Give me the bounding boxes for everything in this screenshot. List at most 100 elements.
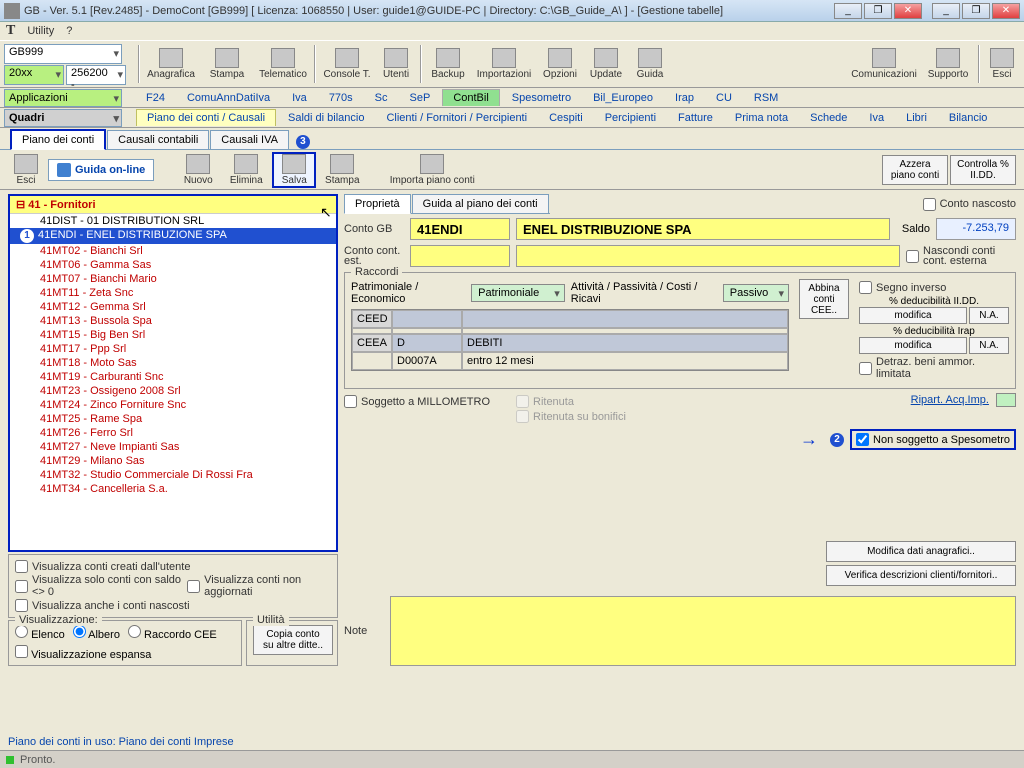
ditta-combo[interactable]: GB999 bbox=[4, 44, 122, 64]
abbina-cee-button[interactable]: Abbina conti CEE.. bbox=[799, 279, 849, 319]
tree-item[interactable]: 41MT06 - Gamma Sas bbox=[10, 258, 336, 272]
backup-button[interactable]: Backup bbox=[426, 43, 470, 85]
chk-sogg-mill[interactable]: Soggetto a MILLOMETRO bbox=[344, 395, 490, 408]
tab-sc[interactable]: Sc bbox=[365, 90, 398, 106]
tab-libri[interactable]: Libri bbox=[896, 110, 937, 126]
tab-irap[interactable]: Irap bbox=[665, 90, 704, 106]
tree-item[interactable]: 41MT15 - Big Ben Srl bbox=[10, 328, 336, 342]
radio-elenco[interactable]: Elenco bbox=[15, 625, 65, 641]
modifica-iidd-button[interactable]: modifica bbox=[859, 307, 967, 324]
tree-item[interactable]: 41MT12 - Gemma Srl bbox=[10, 300, 336, 314]
stampa-button[interactable]: Stampa bbox=[200, 43, 254, 85]
tree-item[interactable]: 41MT29 - Milano Sas bbox=[10, 454, 336, 468]
importazioni-button[interactable]: Importazioni bbox=[472, 43, 536, 85]
controlla-button[interactable]: Controlla % II.DD. bbox=[950, 155, 1016, 185]
tab-contbil[interactable]: ContBil bbox=[442, 89, 499, 106]
grid-ceea-desc[interactable]: DEBITI bbox=[462, 334, 788, 352]
stampa2-button[interactable]: Stampa bbox=[320, 152, 364, 188]
grid-ceea-code[interactable]: D bbox=[392, 334, 462, 352]
tab-bilancio[interactable]: Bilancio bbox=[939, 110, 998, 126]
code-combo[interactable]: 256200 - bbox=[66, 65, 126, 85]
field-desc[interactable]: ENEL DISTRIBUZIONE SPA bbox=[516, 218, 890, 240]
tab-fatture[interactable]: Fatture bbox=[668, 110, 723, 126]
azzera-button[interactable]: Azzera piano conti bbox=[882, 155, 948, 185]
subtab-causali-iva[interactable]: Causali IVA bbox=[210, 130, 289, 149]
tab-cu[interactable]: CU bbox=[706, 90, 742, 106]
anagrafica-button[interactable]: Anagrafica bbox=[144, 43, 198, 85]
dropdown-pat-eco[interactable]: Patrimoniale bbox=[471, 284, 565, 302]
tree-item[interactable]: 41MT02 - Bianchi Srl bbox=[10, 244, 336, 258]
subtab-causali-contabili[interactable]: Causali contabili bbox=[107, 130, 209, 149]
anno-combo[interactable]: 20xx bbox=[4, 65, 64, 85]
chk-conto-nascosto[interactable]: Conto nascosto bbox=[923, 198, 1016, 211]
esci-button[interactable]: Esci bbox=[8, 152, 44, 188]
tab-f24[interactable]: F24 bbox=[136, 90, 175, 106]
filter-nascosti[interactable]: Visualizza anche i conti nascosti bbox=[15, 599, 190, 612]
filter-nonagg[interactable]: Visualizza conti non aggiornati bbox=[187, 574, 331, 598]
telematico-button[interactable]: Telematico bbox=[256, 43, 310, 85]
chk-espansa[interactable]: Visualizzazione espansa bbox=[15, 649, 151, 661]
na-irap-button[interactable]: N.A. bbox=[969, 337, 1009, 354]
filter-saldo[interactable]: Visualizza solo conti con saldo <> 0 bbox=[15, 574, 181, 598]
field-conto-est-code[interactable] bbox=[410, 245, 510, 267]
tree-item[interactable]: 41MT34 - Cancelleria S.a. bbox=[10, 482, 336, 496]
elimina-button[interactable]: Elimina bbox=[224, 152, 268, 188]
tree-item-selected[interactable]: 141ENDI - ENEL DISTRIBUZIONE SPA bbox=[10, 228, 336, 244]
tree-item[interactable]: 41MT27 - Neve Impianti Sas bbox=[10, 440, 336, 454]
tree-item[interactable]: 41MT23 - Ossigeno 2008 Srl bbox=[10, 384, 336, 398]
grid-ceea-desc2[interactable]: entro 12 mesi bbox=[462, 352, 788, 370]
guida-button[interactable]: Guida bbox=[630, 43, 670, 85]
tree-item[interactable]: 41MT07 - Bianchi Mario bbox=[10, 272, 336, 286]
tree-item[interactable]: 41MT25 - Rame Spa bbox=[10, 412, 336, 426]
radio-raccordo[interactable]: Raccordo CEE bbox=[128, 625, 217, 641]
proptab-proprieta[interactable]: Proprietà bbox=[344, 194, 411, 214]
radio-albero[interactable]: Albero bbox=[73, 625, 120, 641]
field-conto-gb[interactable]: 41ENDI bbox=[410, 218, 510, 240]
subtab-piano-conti[interactable]: Piano dei conti bbox=[10, 129, 106, 150]
copia-conto-button[interactable]: Copia conto su altre ditte.. bbox=[253, 625, 333, 655]
modifica-ana-button[interactable]: Modifica dati anagrafici.. bbox=[826, 541, 1016, 562]
tab-saldi[interactable]: Saldi di bilancio bbox=[278, 110, 374, 126]
tab-sep[interactable]: SeP bbox=[400, 90, 441, 106]
quadri-combo[interactable]: Quadri bbox=[4, 109, 122, 127]
update-button[interactable]: Update bbox=[584, 43, 628, 85]
verifica-desc-button[interactable]: Verifica descrizioni clienti/fornitori.. bbox=[826, 565, 1016, 586]
modifica-irap-button[interactable]: modifica bbox=[859, 337, 967, 354]
minimize-button[interactable]: _ bbox=[834, 3, 862, 19]
esci-main-button[interactable]: Esci bbox=[984, 43, 1020, 85]
utenti-button[interactable]: Utenti bbox=[376, 43, 416, 85]
tab-schede[interactable]: Schede bbox=[800, 110, 857, 126]
tab-770s[interactable]: 770s bbox=[319, 90, 363, 106]
tab-percipienti[interactable]: Percipienti bbox=[595, 110, 666, 126]
tree-item[interactable]: 41MT26 - Ferro Srl bbox=[10, 426, 336, 440]
supporto-button[interactable]: Supporto bbox=[922, 43, 974, 85]
tab-bileuropeo[interactable]: Bil_Europeo bbox=[583, 90, 663, 106]
chk-non-sogg-spesometro[interactable]: Non soggetto a Spesometro bbox=[850, 429, 1016, 450]
chk-ritenuta-bon[interactable]: Ritenuta su bonifici bbox=[516, 410, 626, 423]
opzioni-button[interactable]: Opzioni bbox=[538, 43, 582, 85]
menu-help[interactable]: ? bbox=[66, 25, 72, 37]
comunicazioni-button[interactable]: Comunicazioni bbox=[848, 43, 920, 85]
salva-button[interactable]: Salva bbox=[272, 152, 316, 188]
link-ripart-acq[interactable]: Ripart. Acq.Imp. bbox=[911, 394, 989, 406]
chk-segno-inv[interactable]: Segno inverso bbox=[859, 281, 1009, 294]
close-button[interactable]: ✕ bbox=[894, 3, 922, 19]
menu-utility[interactable]: Utility bbox=[27, 25, 54, 37]
applicazioni-combo[interactable]: Applicazioni bbox=[4, 89, 122, 107]
chk-nascondi-est[interactable]: Nascondi conti cont. esterna bbox=[906, 246, 1016, 266]
filter-created[interactable]: Visualizza conti creati dall'utente bbox=[15, 560, 190, 573]
tree-item[interactable]: 41MT19 - Carburanti Snc bbox=[10, 370, 336, 384]
nuovo-button[interactable]: Nuovo bbox=[176, 152, 220, 188]
proptab-guida[interactable]: Guida al piano dei conti bbox=[412, 194, 549, 213]
child-restore-button[interactable]: ❐ bbox=[962, 3, 990, 19]
tree-item[interactable]: 41MT17 - Ppp Srl bbox=[10, 342, 336, 356]
tab-piano-causali[interactable]: Piano dei conti / Causali bbox=[136, 109, 276, 126]
tree-item[interactable]: 41MT32 - Studio Commerciale Di Rossi Fra bbox=[10, 468, 336, 482]
account-tree[interactable]: ⊟ 41 - Fornitori 41DIST - 01 DISTRIBUTIO… bbox=[8, 194, 338, 552]
restore-button[interactable]: ❐ bbox=[864, 3, 892, 19]
tab-iva[interactable]: Iva bbox=[282, 90, 317, 106]
tree-header[interactable]: ⊟ 41 - Fornitori bbox=[10, 196, 336, 214]
note-field[interactable] bbox=[390, 596, 1016, 666]
chk-ritenuta[interactable]: Ritenuta bbox=[516, 395, 626, 408]
tab-clienti-fornitori[interactable]: Clienti / Fornitori / Percipienti bbox=[376, 110, 537, 126]
